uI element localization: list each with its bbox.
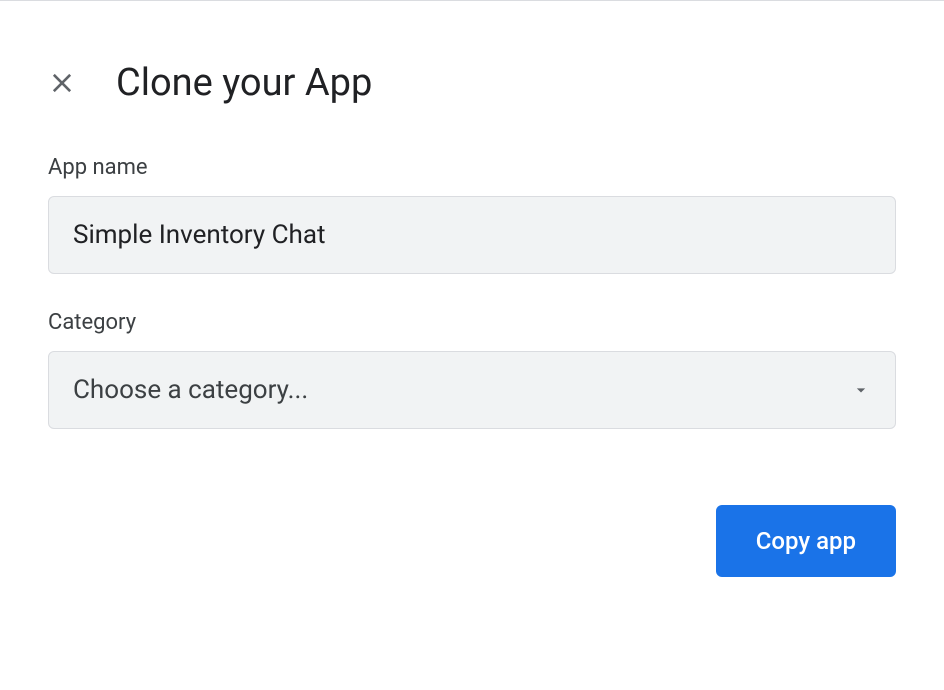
dialog-actions: Copy app [0,465,944,577]
category-field-group: Category Choose a category... [48,310,896,429]
category-label: Category [48,310,896,335]
dialog-form: App name Category Choose a category... [0,105,944,429]
close-icon[interactable] [48,69,76,97]
chevron-down-icon [851,380,871,400]
copy-app-button[interactable]: Copy app [716,505,896,577]
category-select[interactable]: Choose a category... [48,351,896,429]
category-select-value: Choose a category... [73,375,308,405]
app-name-input[interactable] [48,196,896,274]
app-name-label: App name [48,155,896,180]
category-select-wrapper: Choose a category... [48,351,896,429]
clone-app-dialog: Clone your App App name Category Choose … [0,1,944,577]
dialog-title: Clone your App [116,61,372,105]
dialog-header: Clone your App [0,1,944,105]
app-name-field-group: App name [48,155,896,274]
